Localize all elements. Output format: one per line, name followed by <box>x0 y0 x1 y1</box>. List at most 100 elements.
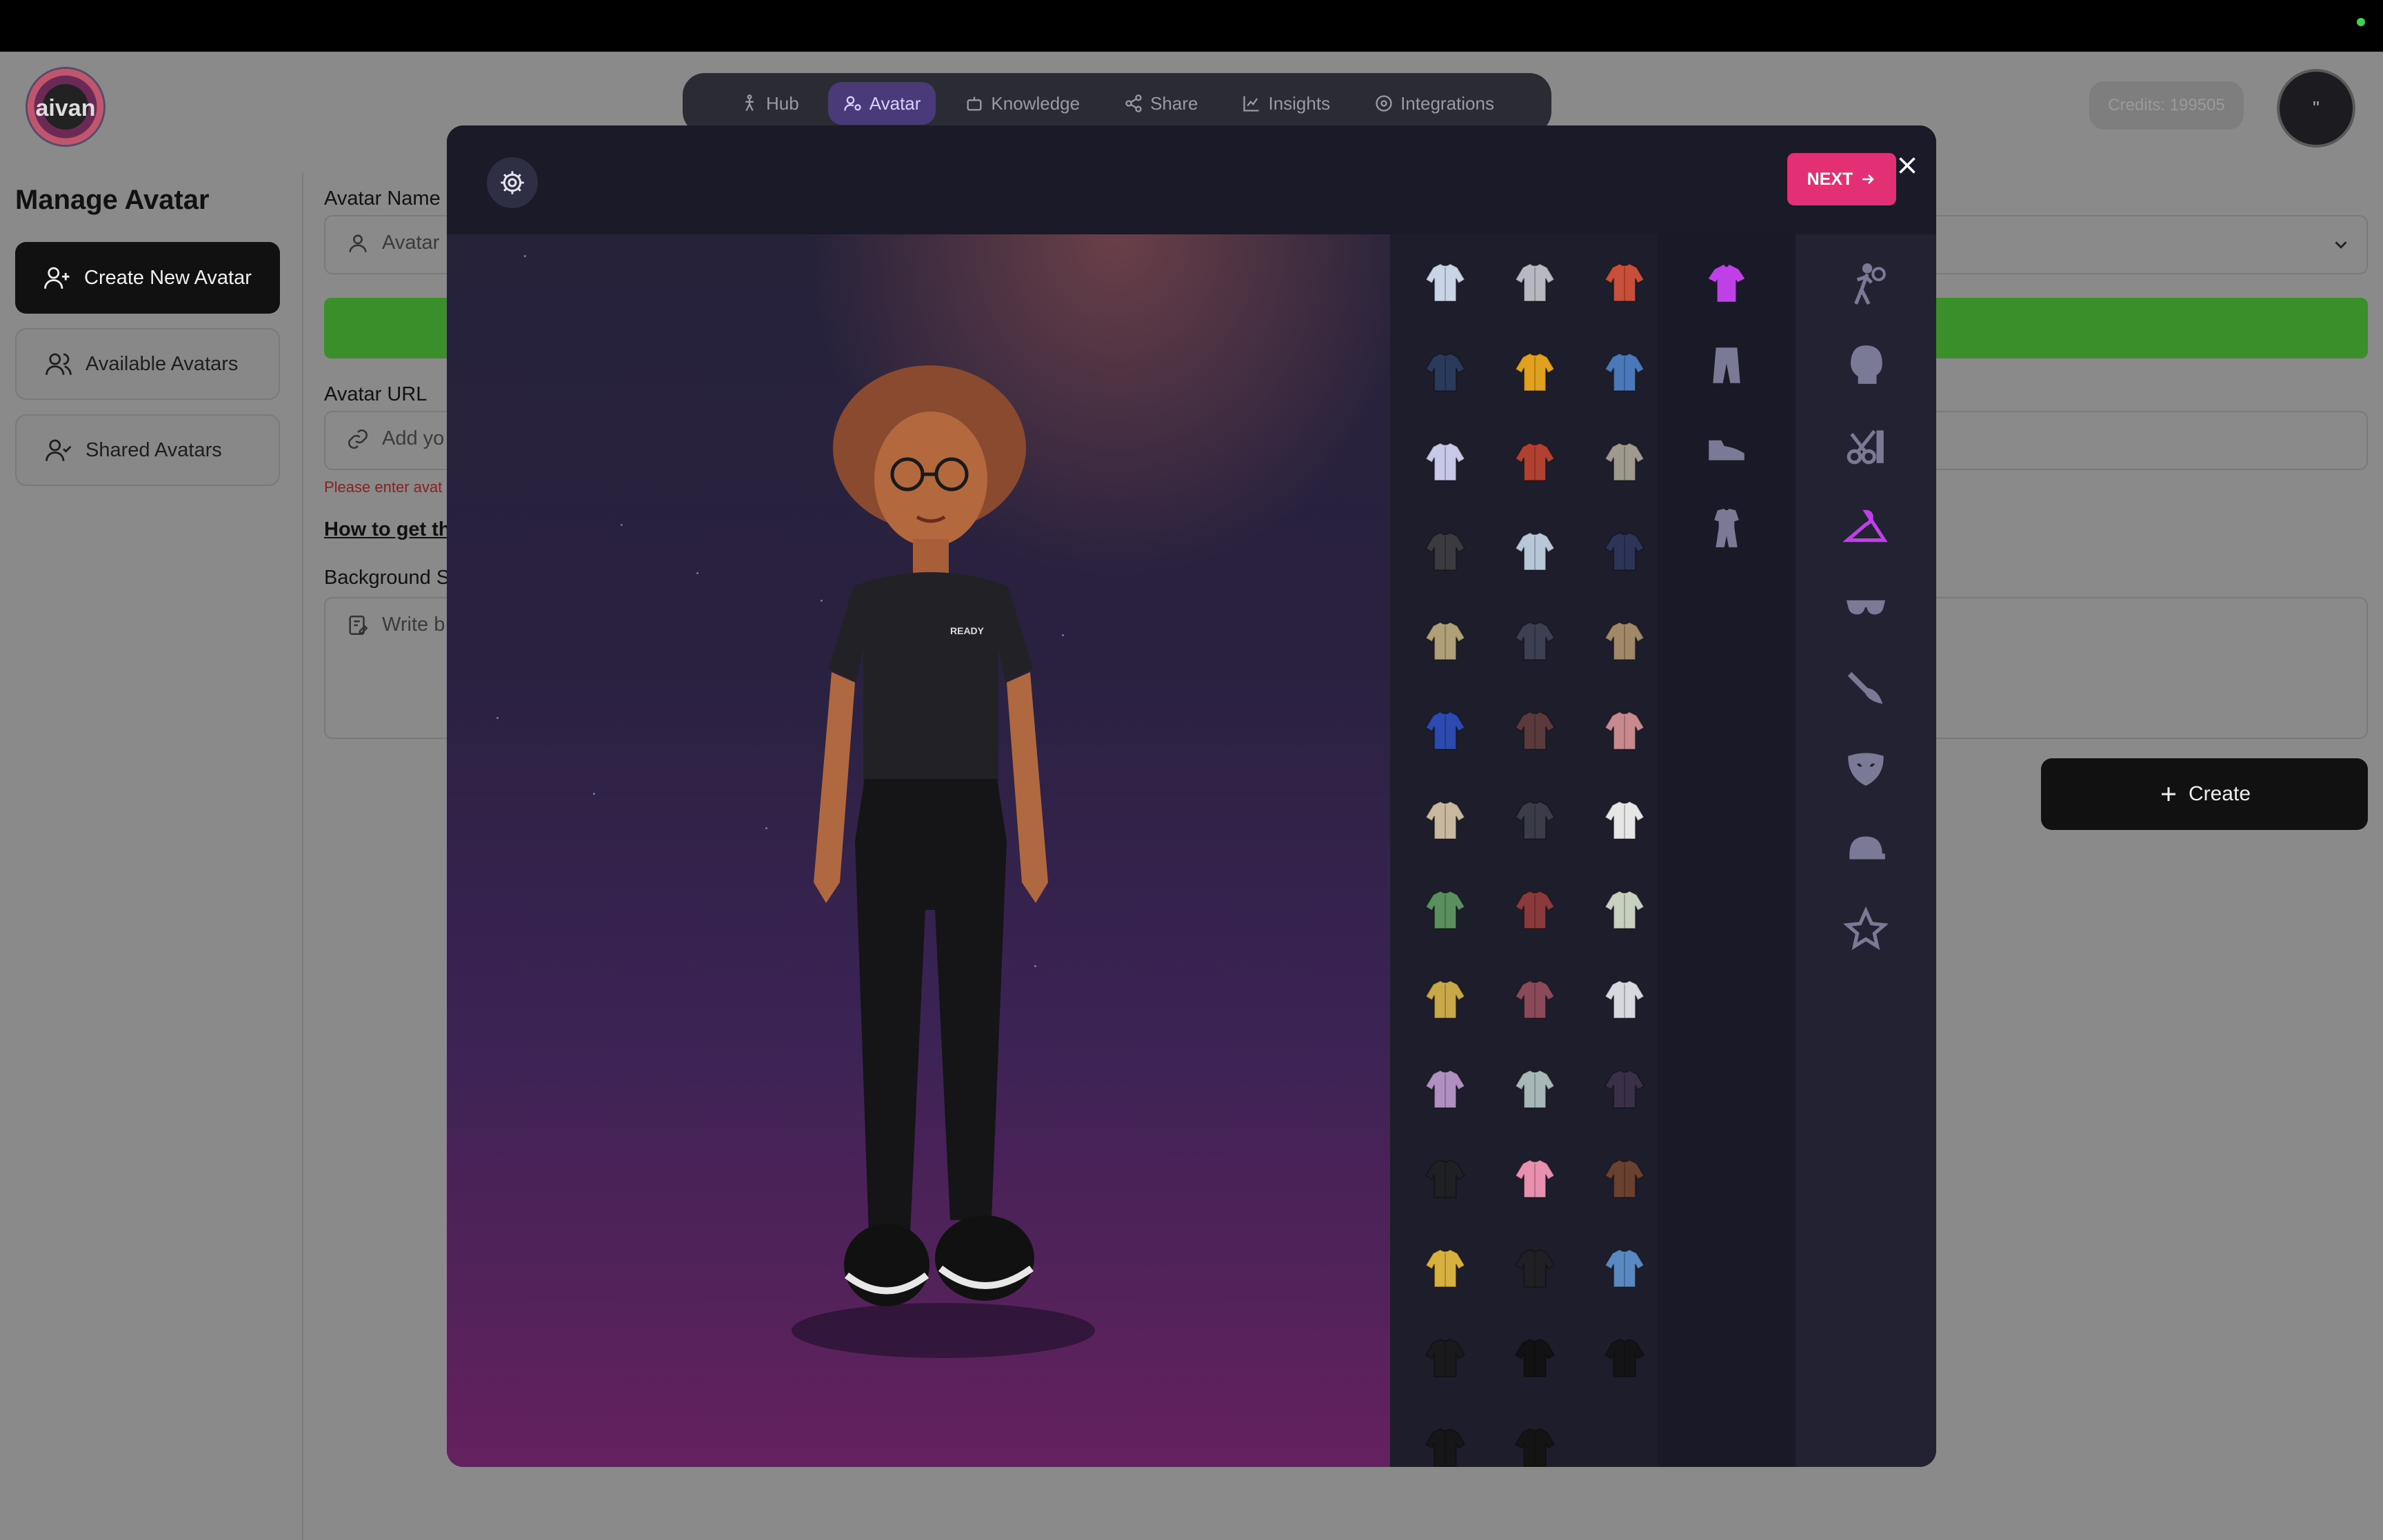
profile-avatar[interactable]: " <box>2280 72 2353 145</box>
nav-hub[interactable]: Hub <box>725 82 814 125</box>
jacket-icon <box>1604 263 1645 302</box>
jacket-icon <box>1425 1159 1466 1198</box>
jacket-icon <box>1514 531 1556 571</box>
clothing-item[interactable] <box>1593 1057 1656 1119</box>
close-modal-button[interactable] <box>1891 149 1924 182</box>
clothing-item[interactable] <box>1593 789 1656 851</box>
shared-avatars-button[interactable]: Shared Avatars <box>15 414 280 486</box>
nav-share[interactable]: Share <box>1109 82 1213 125</box>
clothing-item[interactable] <box>1414 789 1476 851</box>
clothing-item[interactable] <box>1504 878 1566 940</box>
clothing-item[interactable] <box>1504 609 1566 671</box>
status-dot <box>2357 18 2365 26</box>
clothing-item[interactable] <box>1593 430 1656 492</box>
tshirt-icon <box>1708 264 1745 302</box>
clothing-item[interactable] <box>1414 1326 1476 1388</box>
available-avatars-button[interactable]: Available Avatars <box>15 328 280 400</box>
shoe-icon <box>1709 440 1744 460</box>
tshirt-tab[interactable] <box>1698 255 1756 313</box>
clothing-item[interactable] <box>1593 1237 1656 1299</box>
outfit-icon <box>1714 509 1739 547</box>
star-tab[interactable] <box>1837 900 1895 958</box>
nav-share-label: Share <box>1150 92 1198 114</box>
star-dot <box>621 524 623 526</box>
avatar-3d-viewport[interactable]: READY <box>447 234 1390 1467</box>
cap-tab[interactable] <box>1837 820 1895 878</box>
head-tab[interactable] <box>1837 336 1895 394</box>
clothing-item[interactable] <box>1414 1416 1476 1467</box>
clothing-item[interactable] <box>1593 878 1656 940</box>
clothing-item[interactable] <box>1414 430 1476 492</box>
clothing-item[interactable] <box>1504 968 1566 1030</box>
jacket-icon <box>1425 890 1466 929</box>
users-icon <box>46 353 72 375</box>
jacket-icon <box>1514 263 1556 302</box>
head-icon <box>1851 345 1882 384</box>
clothing-item[interactable] <box>1414 1057 1476 1119</box>
clothing-item[interactable] <box>1504 1237 1566 1299</box>
clothing-item[interactable] <box>1504 699 1566 761</box>
jacket-icon <box>1425 1069 1466 1108</box>
shoe-tab[interactable] <box>1698 418 1756 476</box>
plus-icon <box>2161 787 2175 801</box>
clothing-item[interactable] <box>1414 341 1476 403</box>
clothing-item[interactable] <box>1414 251 1476 313</box>
pants-tab[interactable] <box>1698 336 1756 394</box>
jacket-icon <box>1425 980 1466 1019</box>
nav-integrations[interactable]: Integrations <box>1359 82 1509 125</box>
jacket-icon <box>1514 1428 1556 1467</box>
clothing-item[interactable] <box>1414 968 1476 1030</box>
clothing-item[interactable] <box>1504 341 1566 403</box>
glasses-tab[interactable] <box>1837 578 1895 636</box>
cap-icon <box>1849 836 1885 860</box>
note-edit-icon <box>349 615 368 636</box>
clothing-item[interactable] <box>1414 878 1476 940</box>
nav-knowledge[interactable]: Knowledge <box>949 82 1095 125</box>
jacket-icon <box>1425 531 1466 571</box>
clothing-item[interactable] <box>1504 1326 1566 1388</box>
clothing-item[interactable] <box>1593 1326 1656 1388</box>
clothing-item[interactable] <box>1414 1147 1476 1209</box>
credits-badge: Credits: 199505 <box>2089 81 2244 130</box>
clothing-item[interactable] <box>1593 520 1656 582</box>
avatar-editor-modal: NEXT READY <box>447 125 1936 1467</box>
clothing-item[interactable] <box>1504 789 1566 851</box>
jacket-icon <box>1425 1338 1466 1377</box>
clothing-item[interactable] <box>1414 1237 1476 1299</box>
clothing-item[interactable] <box>1504 251 1566 313</box>
clothing-item[interactable] <box>1593 1147 1656 1209</box>
hanger-tab[interactable] <box>1837 497 1895 555</box>
clothing-item[interactable] <box>1504 1147 1566 1209</box>
next-button[interactable]: NEXT <box>1787 153 1896 205</box>
clothing-item[interactable] <box>1504 1057 1566 1119</box>
clothing-item[interactable] <box>1593 699 1656 761</box>
clothing-item[interactable] <box>1504 1416 1566 1467</box>
clothing-item[interactable] <box>1593 251 1656 313</box>
clothing-item[interactable] <box>1593 968 1656 1030</box>
app-logo[interactable]: aivan <box>28 69 103 145</box>
clothing-item[interactable] <box>1593 341 1656 403</box>
outfit-tab[interactable] <box>1698 499 1756 557</box>
clothing-item[interactable] <box>1414 609 1476 671</box>
clothing-item[interactable] <box>1504 520 1566 582</box>
clothing-items-grid <box>1390 234 1658 1467</box>
how-to-get-link[interactable]: How to get the <box>324 518 462 541</box>
clothing-item[interactable] <box>1414 520 1476 582</box>
makeup-brush-icon <box>1847 671 1883 705</box>
body-pose-tab[interactable] <box>1837 255 1895 313</box>
makeup-brush-tab[interactable] <box>1837 658 1895 716</box>
clothing-item[interactable] <box>1593 609 1656 671</box>
settings-button[interactable] <box>487 157 538 208</box>
avatar-3d-model[interactable]: READY <box>750 358 1136 1365</box>
hanger-icon <box>1843 509 1888 543</box>
jacket-icon <box>1514 1069 1556 1108</box>
nav-avatar[interactable]: Avatar <box>827 82 936 125</box>
clothing-item[interactable] <box>1504 430 1566 492</box>
create-button[interactable]: Create <box>2041 758 2368 830</box>
hair-scissors-tab[interactable] <box>1837 416 1895 474</box>
nav-insights[interactable]: Insights <box>1227 82 1345 125</box>
create-new-avatar-button[interactable]: Create New Avatar <box>15 242 280 314</box>
mask-tab[interactable] <box>1837 739 1895 797</box>
clothing-item[interactable] <box>1414 699 1476 761</box>
jacket-icon <box>1604 1069 1645 1108</box>
